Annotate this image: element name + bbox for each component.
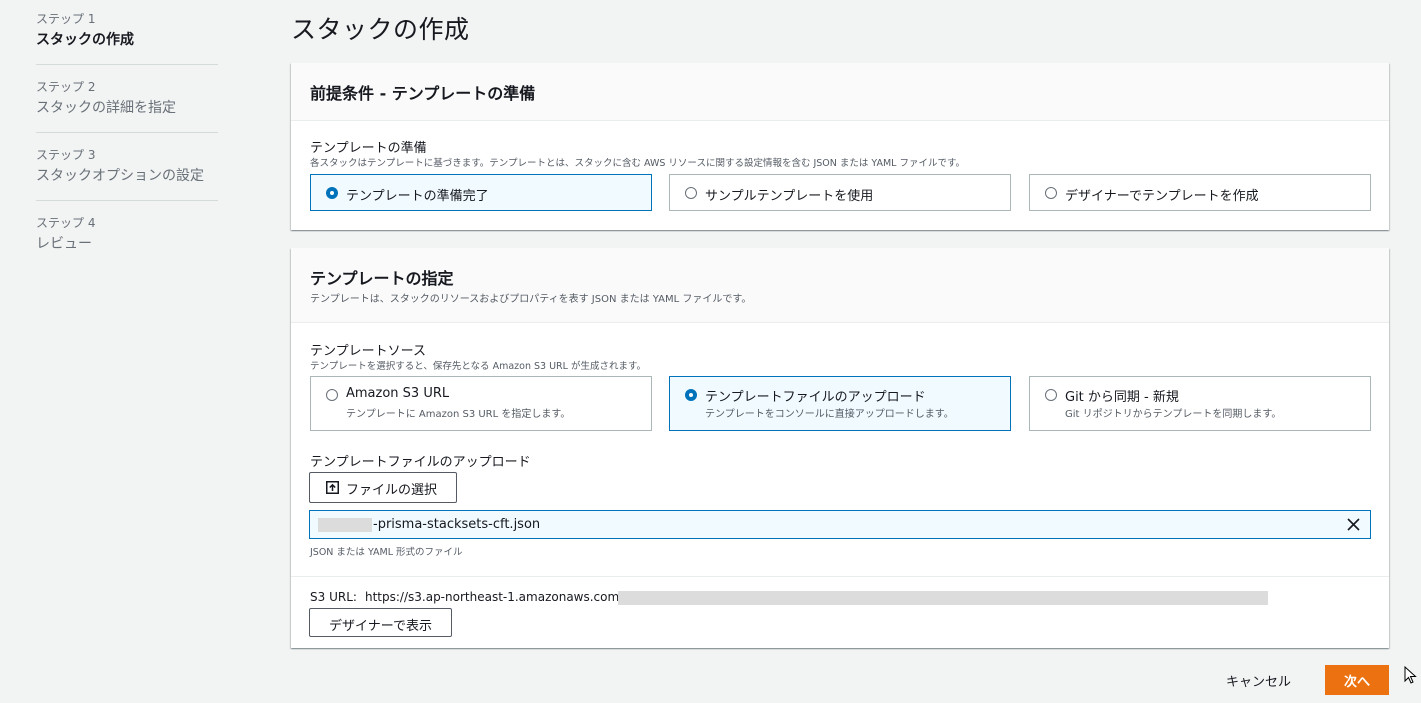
cancel-button[interactable]: キャンセル <box>1226 671 1291 690</box>
template-spec-panel-description: テンプレートは、スタックのリソースおよびプロパティを表す JSON または YA… <box>310 294 752 305</box>
file-name: -prisma-stacksets-cft.json <box>373 517 541 532</box>
file-format-hint: JSON または YAML 形式のファイル <box>310 547 463 558</box>
option-label: テンプレートファイルのアップロード <box>705 390 926 405</box>
choose-file-button[interactable]: ファイルの選択 <box>309 472 457 503</box>
option-template-ready[interactable]: テンプレートの準備完了 <box>310 174 652 211</box>
close-icon[interactable] <box>1347 518 1360 531</box>
radio-button[interactable] <box>685 187 697 199</box>
nav-step-name: スタックオプションの設定 <box>36 168 204 184</box>
radio-button[interactable] <box>1045 187 1057 199</box>
template-source-description: テンプレートを選択すると、保存先となる Amazon S3 URL が生成されま… <box>310 361 646 372</box>
option-designer-template[interactable]: デザイナーでテンプレートを作成 <box>1029 174 1371 211</box>
prerequisite-panel-title: 前提条件 - テンプレートの準備 <box>310 84 536 103</box>
prerequisite-panel-header: 前提条件 - テンプレートの準備 <box>291 63 1389 121</box>
option-label: Git から同期 - 新規 <box>1065 390 1179 405</box>
template-spec-panel-header: テンプレートの指定 テンプレートは、スタックのリソースおよびプロパティを表す J… <box>291 248 1389 323</box>
s3-url-value: https://s3.ap-northeast-1.amazonaws.com/ <box>365 590 624 604</box>
option-label: Amazon S3 URL <box>346 386 450 401</box>
option-description: テンプレートをコンソールに直接アップロードします。 <box>705 409 954 420</box>
source-option-git-sync[interactable]: Git から同期 - 新規 Git リポジトリからテンプレートを同期します。 <box>1029 376 1371 431</box>
section-divider <box>291 576 1389 577</box>
mouse-cursor-icon <box>1404 666 1417 684</box>
nav-step-number: ステップ 1 <box>36 12 96 26</box>
radio-button-checked[interactable] <box>685 389 697 401</box>
radio-button[interactable] <box>1045 389 1057 401</box>
radio-button-checked[interactable] <box>326 187 338 199</box>
step-navigation: ステップ 1 スタックの作成 ステップ 2 スタックの詳細を指定 ステップ 3 … <box>0 0 240 703</box>
option-label: テンプレートの準備完了 <box>346 189 489 204</box>
template-prep-label: テンプレートの準備 <box>310 141 427 156</box>
nav-divider <box>36 64 218 65</box>
nav-step-name: レビュー <box>36 236 92 252</box>
nav-step-1[interactable]: ステップ 1 スタックの作成 <box>36 11 218 50</box>
s3-url-label: S3 URL: <box>310 590 357 604</box>
page-title: スタックの作成 <box>291 15 470 44</box>
option-label: サンプルテンプレートを使用 <box>705 189 874 204</box>
template-spec-panel-title: テンプレートの指定 <box>310 269 454 288</box>
redacted-text <box>618 591 1268 605</box>
nav-step-4[interactable]: ステップ 4 レビュー <box>36 215 218 254</box>
radio-button[interactable] <box>326 389 338 401</box>
nav-divider <box>36 132 218 133</box>
nav-step-number: ステップ 4 <box>36 216 96 230</box>
nav-step-number: ステップ 2 <box>36 80 96 94</box>
template-source-label: テンプレートソース <box>310 344 426 359</box>
upload-file-label: テンプレートファイルのアップロード <box>310 455 531 470</box>
nav-step-2[interactable]: ステップ 2 スタックの詳細を指定 <box>36 79 218 118</box>
option-description: Git リポジトリからテンプレートを同期します。 <box>1065 409 1282 420</box>
prerequisite-panel: 前提条件 - テンプレートの準備 テンプレートの準備 各スタックはテンプレートに… <box>291 63 1389 230</box>
view-in-designer-label: デザイナーで表示 <box>329 619 432 634</box>
nav-step-3[interactable]: ステップ 3 スタックオプションの設定 <box>36 147 218 186</box>
redacted-text <box>318 518 372 532</box>
option-label: デザイナーでテンプレートを作成 <box>1065 189 1259 204</box>
option-description: テンプレートに Amazon S3 URL を指定します。 <box>346 409 571 420</box>
view-in-designer-button[interactable]: デザイナーで表示 <box>309 608 452 637</box>
nav-step-name: スタックの詳細を指定 <box>36 100 176 116</box>
option-sample-template[interactable]: サンプルテンプレートを使用 <box>669 174 1011 211</box>
source-option-s3-url[interactable]: Amazon S3 URL テンプレートに Amazon S3 URL を指定し… <box>310 376 652 431</box>
template-prep-description: 各スタックはテンプレートに基づきます。テンプレートとは、スタックに含む AWS … <box>310 158 966 169</box>
source-option-upload-file[interactable]: テンプレートファイルのアップロード テンプレートをコンソールに直接アップロードし… <box>669 376 1011 431</box>
nav-step-number: ステップ 3 <box>36 148 96 162</box>
choose-file-label: ファイルの選択 <box>346 483 438 498</box>
nav-divider <box>36 200 218 201</box>
next-button[interactable]: 次へ <box>1325 665 1389 695</box>
nav-step-name: スタックの作成 <box>36 32 134 48</box>
template-spec-panel: テンプレートの指定 テンプレートは、スタックのリソースおよびプロパティを表す J… <box>291 248 1389 648</box>
selected-file-field[interactable]: -prisma-stacksets-cft.json <box>309 510 1371 539</box>
upload-icon <box>326 481 339 494</box>
